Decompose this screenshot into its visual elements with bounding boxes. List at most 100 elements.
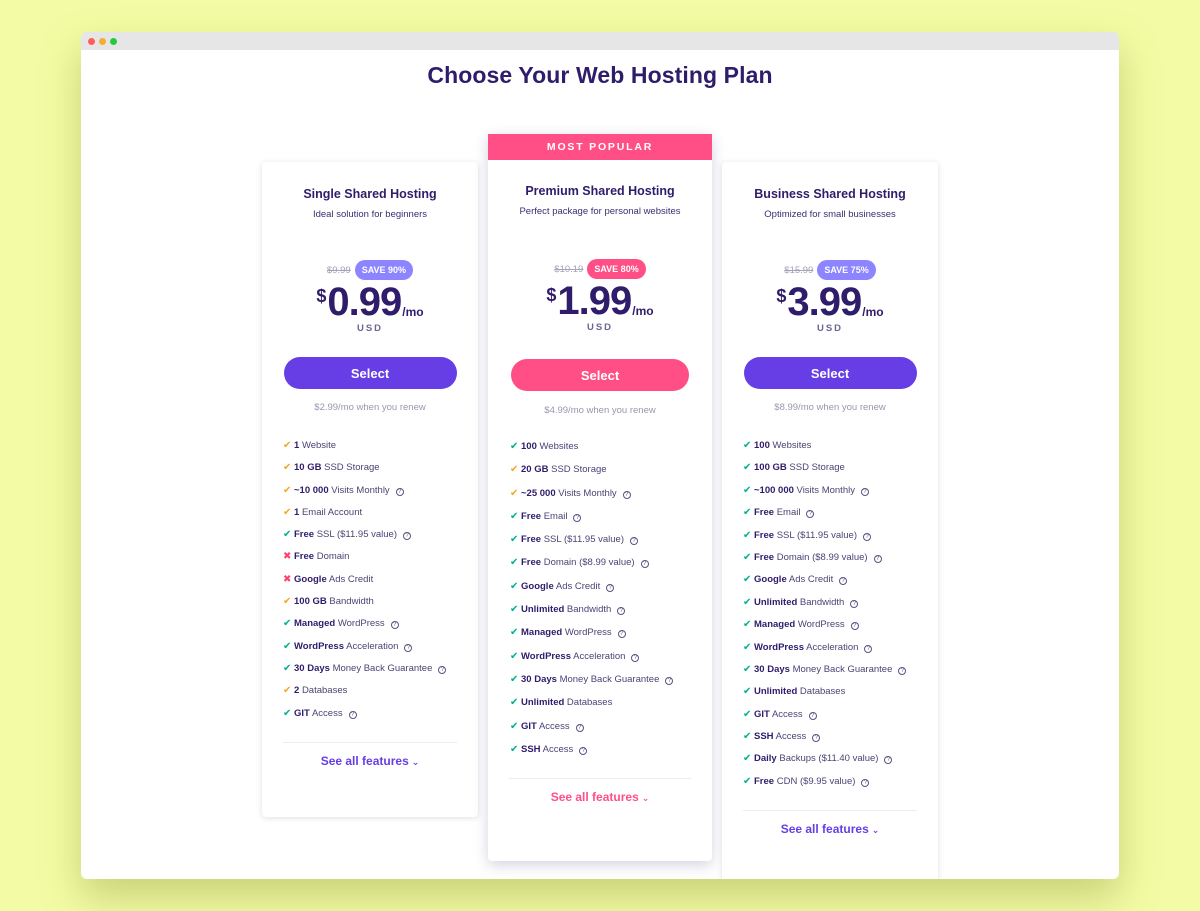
help-icon[interactable]: ? xyxy=(665,676,674,685)
help-icon[interactable]: ? xyxy=(579,746,588,755)
feature-highlight: 30 Days xyxy=(521,673,557,685)
help-icon[interactable]: ? xyxy=(606,583,615,592)
help-icon[interactable]: ? xyxy=(630,537,638,546)
maximize-window-button[interactable] xyxy=(110,38,117,45)
help-icon[interactable]: ? xyxy=(622,490,631,499)
feature-highlight: 100 xyxy=(754,440,770,451)
help-icon[interactable]: ? xyxy=(898,666,907,675)
feature-highlight: 20 GB xyxy=(521,464,549,476)
feature-highlight: Free xyxy=(521,534,542,546)
feature-item: ✔ 1 Website xyxy=(283,439,478,452)
feature-item: ✔ Unlimited Databases xyxy=(743,685,938,698)
help-icon[interactable]: ? xyxy=(850,599,859,608)
feature-text: WordPress xyxy=(564,627,612,639)
price-period: /mo xyxy=(632,304,654,318)
feature-highlight: 10 GB xyxy=(294,462,322,474)
help-icon[interactable]: ? xyxy=(404,643,413,652)
feature-highlight: 100 xyxy=(521,441,537,452)
feature-text: Visits Monthly xyxy=(558,487,617,499)
feature-item: ✖ Free Domain xyxy=(283,550,478,563)
feature-item: ✔ Daily Backups ($11.40 value)? xyxy=(743,752,938,765)
help-icon[interactable]: ? xyxy=(617,630,626,639)
check-icon: ✔ xyxy=(510,510,519,522)
help-icon[interactable]: ? xyxy=(617,607,626,616)
select-plan-button[interactable]: Select xyxy=(283,357,457,389)
see-all-label: See all features xyxy=(780,821,869,836)
see-all-features-link[interactable]: See all features ⌄ xyxy=(781,822,880,836)
help-icon[interactable]: ? xyxy=(573,513,582,522)
help-icon[interactable]: ? xyxy=(631,653,640,662)
check-icon: ✔ xyxy=(283,618,292,630)
feature-text: Bandwidth xyxy=(799,596,845,608)
feature-text: Acceleration xyxy=(346,640,399,652)
feature-text: SSD Storage xyxy=(551,464,607,476)
feature-highlight: Unlimited xyxy=(754,686,798,698)
feature-highlight: Google xyxy=(294,573,327,585)
feature-text: Domain ($8.99 value) xyxy=(543,557,635,569)
help-icon[interactable]: ? xyxy=(863,532,871,541)
check-icon: ✔ xyxy=(510,557,519,569)
chevron-down-icon: ⌄ xyxy=(411,756,420,767)
help-icon[interactable]: ? xyxy=(348,710,357,719)
see-all-label: See all features xyxy=(550,789,639,804)
currency-symbol: $ xyxy=(546,285,557,305)
check-icon: ✔ xyxy=(743,529,752,541)
currency-code: USD xyxy=(586,322,614,333)
help-icon[interactable]: ? xyxy=(403,532,411,541)
feature-text: SSL ($11.95 value) xyxy=(543,534,624,546)
feature-text: Visits Monthly xyxy=(331,484,390,496)
feature-text: Bandwidth xyxy=(329,596,374,608)
plan-description: Perfect package for personal websites xyxy=(519,206,681,217)
feature-text: Backups ($11.40 value) xyxy=(779,753,879,765)
feature-item: ✔ GIT Access? xyxy=(510,720,712,733)
divider xyxy=(509,777,691,779)
help-icon[interactable]: ? xyxy=(873,554,882,563)
feature-list: ✔ 100 Websites ✔ 20 GB SSD Storage ✔ ~25 000 … xyxy=(510,440,712,756)
feature-highlight: SSH xyxy=(521,743,541,755)
see-all-features-link[interactable]: See all features ⌄ xyxy=(321,754,420,768)
feature-highlight: Free xyxy=(294,551,315,563)
help-icon[interactable]: ? xyxy=(640,560,649,569)
help-icon[interactable]: ? xyxy=(812,734,821,743)
feature-text: Websites xyxy=(772,440,812,451)
feature-highlight: 30 Days xyxy=(294,662,330,674)
feature-item: ✔ Free Domain ($8.99 value)? xyxy=(510,556,712,569)
check-icon: ✔ xyxy=(510,580,519,592)
plan-name: Single Shared Hosting xyxy=(303,187,437,201)
feature-highlight: 100 GB xyxy=(754,462,787,474)
feature-highlight: 100 GB xyxy=(294,596,327,608)
help-icon[interactable]: ? xyxy=(808,711,817,720)
price: $ 3.99 /mo xyxy=(722,282,938,322)
feature-item: ✔ WordPress Acceleration? xyxy=(510,650,712,663)
help-icon[interactable]: ? xyxy=(395,487,404,496)
help-icon[interactable]: ? xyxy=(884,756,893,765)
feature-item: ✔ Google Ads Credit? xyxy=(743,573,938,586)
check-icon: ✔ xyxy=(743,574,752,586)
help-icon[interactable]: ? xyxy=(864,644,873,653)
select-plan-button[interactable]: Select xyxy=(743,357,917,389)
check-icon: ✔ xyxy=(743,708,752,720)
price-amount: 0.99 xyxy=(327,280,402,324)
help-icon[interactable]: ? xyxy=(850,622,859,631)
price: $ 0.99 /mo xyxy=(262,282,478,322)
help-icon[interactable]: ? xyxy=(390,621,399,630)
renew-price: $8.99/mo when you renew xyxy=(774,402,886,413)
check-icon: ✔ xyxy=(743,484,752,496)
see-all-features-link[interactable]: See all features ⌄ xyxy=(551,790,650,804)
feature-highlight: Managed xyxy=(754,619,796,631)
renew-price: $4.99/mo when you renew xyxy=(544,405,656,416)
help-icon[interactable]: ? xyxy=(839,577,848,586)
select-plan-button[interactable]: Select xyxy=(511,359,689,391)
help-icon[interactable]: ? xyxy=(575,723,584,732)
feature-item: ✔ ~10 000 Visits Monthly? xyxy=(283,484,478,497)
feature-highlight: Unlimited xyxy=(521,604,565,616)
minimize-window-button[interactable] xyxy=(99,38,106,45)
check-icon: ✔ xyxy=(743,686,752,698)
feature-item: ✔ 2 Databases xyxy=(283,684,478,697)
help-icon[interactable]: ? xyxy=(438,665,447,674)
help-icon[interactable]: ? xyxy=(806,510,815,519)
help-icon[interactable]: ? xyxy=(861,778,870,787)
feature-text: WordPress xyxy=(337,618,385,630)
close-window-button[interactable] xyxy=(88,38,95,45)
help-icon[interactable]: ? xyxy=(860,487,869,496)
